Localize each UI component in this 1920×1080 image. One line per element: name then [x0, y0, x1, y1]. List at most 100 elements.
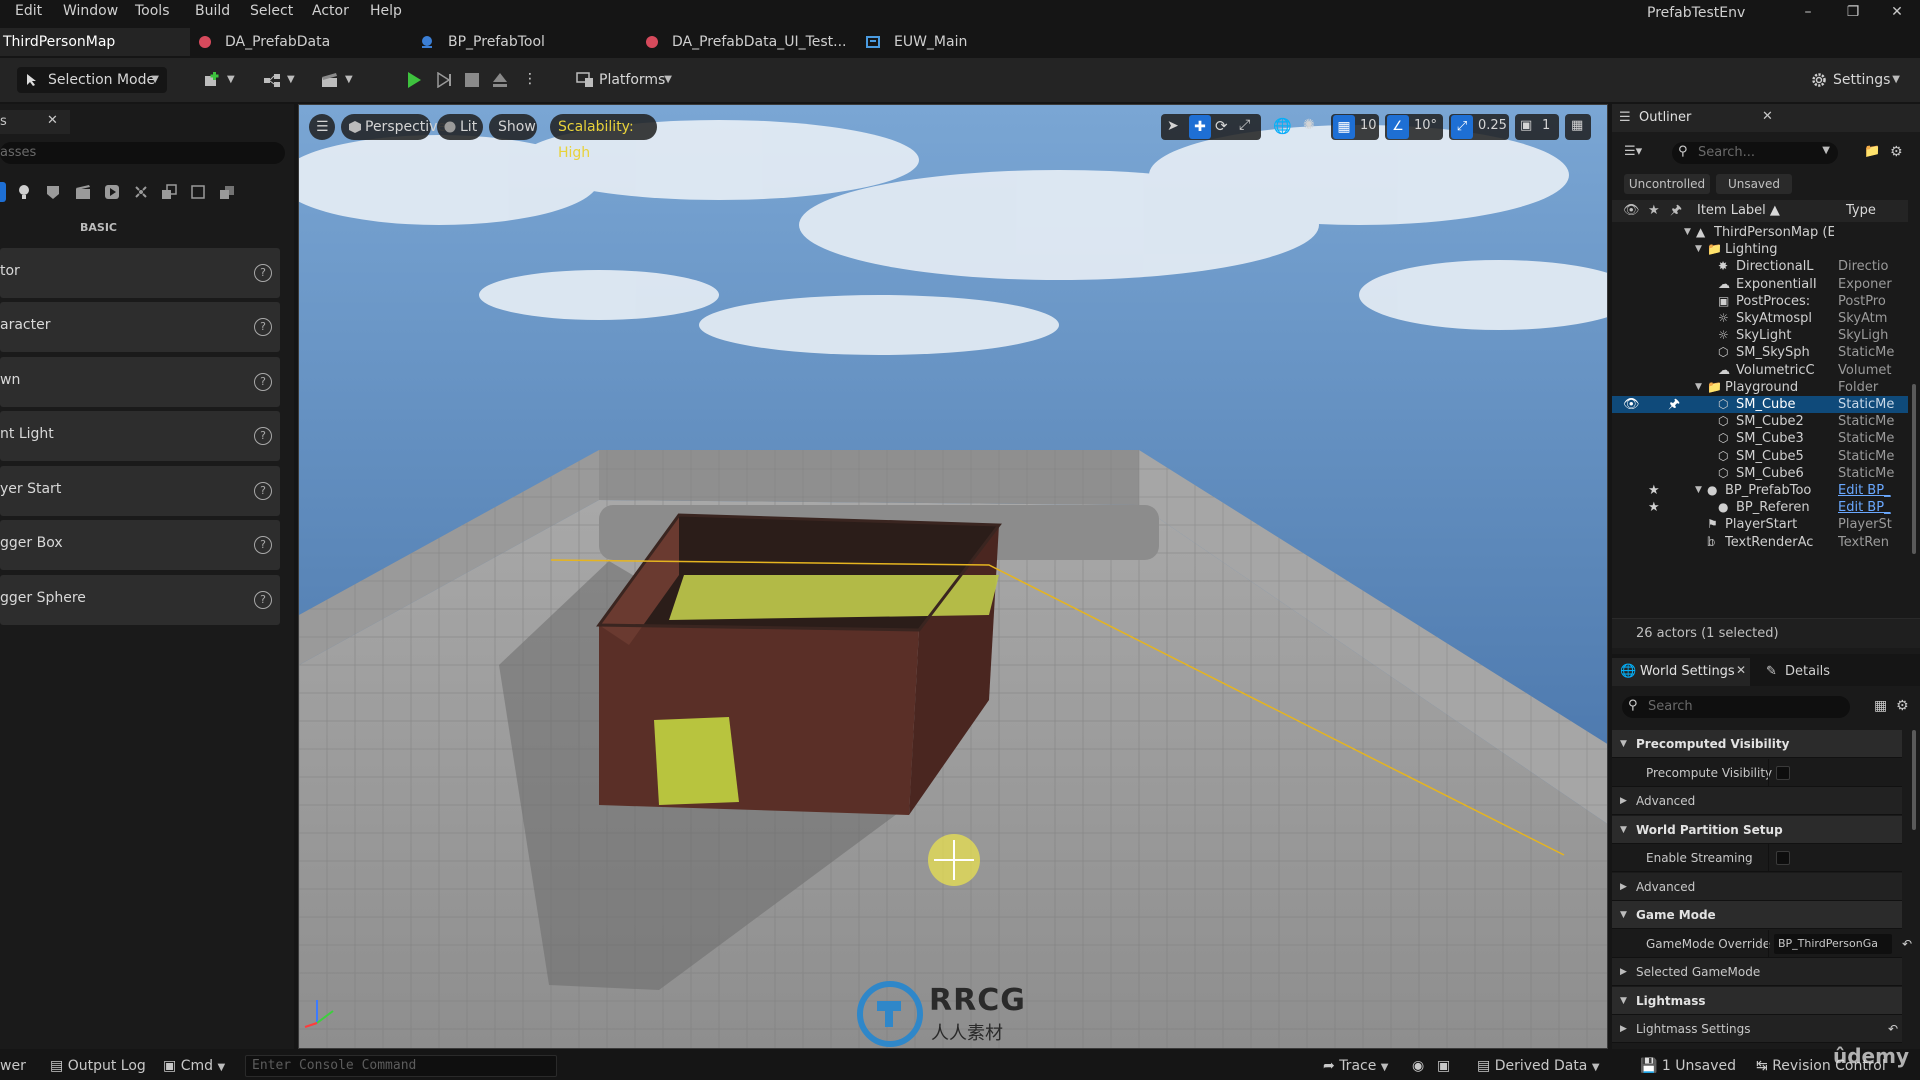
geometry-category-icon[interactable]	[133, 184, 149, 200]
tab-euw-main[interactable]: EUW_Main	[866, 28, 996, 56]
trace-dropdown[interactable]: ➦ Trace ▼	[1323, 1058, 1388, 1074]
outliner-row[interactable]: ▼ 📁 Playground Folder	[1612, 379, 1908, 396]
gamemode-override-select[interactable]: BP_ThirdPersonGa	[1774, 933, 1892, 954]
scale-tool-icon[interactable]: ⤢	[1239, 117, 1250, 133]
tab-da-prefabdata-ui-test[interactable]: DA_PrefabData_UI_Test...	[645, 28, 847, 56]
blueprints-button[interactable]: ▼	[260, 67, 300, 93]
details-property[interactable]: Enable Streaming	[1612, 844, 1902, 872]
table-view-icon[interactable]: ▦	[1874, 698, 1887, 714]
menu-help[interactable]: Help	[370, 3, 402, 19]
perspective-dropdown[interactable]: Perspective	[341, 114, 446, 140]
cmd-dropdown[interactable]: ▣ Cmd ▼	[163, 1058, 225, 1074]
reset-icon[interactable]: ↶	[1888, 1015, 1898, 1043]
help-icon[interactable]: ?	[254, 264, 272, 282]
settings-icon[interactable]: ⚙	[1896, 698, 1909, 714]
rotation-snap-toggle[interactable]: ∠ 10°	[1385, 114, 1443, 140]
filter-unsaved[interactable]: Unsaved	[1716, 174, 1792, 194]
outliner-scrollbar[interactable]	[1912, 384, 1916, 554]
details-scrollbar[interactable]	[1912, 730, 1916, 830]
help-icon[interactable]: ?	[254, 373, 272, 391]
details-category[interactable]: ▼ Lightmass	[1612, 986, 1902, 1015]
console-command-input[interactable]: Enter Console Command	[245, 1055, 557, 1077]
place-item-trigger-box[interactable]: gger Box ?	[0, 520, 280, 570]
show-dropdown[interactable]: Show	[489, 114, 537, 140]
recent-category-icon[interactable]	[219, 184, 235, 200]
outliner-row[interactable]: ✸ DirectionalL Directio	[1612, 258, 1908, 275]
close-icon[interactable]: ✕	[1762, 109, 1773, 124]
outliner-row[interactable]: ⬡ SM_Cube3 StaticMe	[1612, 430, 1908, 447]
filter-icon[interactable]: ☰▾	[1624, 144, 1642, 159]
search-input[interactable]: asses	[0, 142, 285, 164]
menu-edit[interactable]: Edit	[15, 3, 42, 19]
help-icon[interactable]: ?	[254, 482, 272, 500]
camera-capture-icon[interactable]: ▣	[1437, 1058, 1450, 1074]
advance-frame-button[interactable]	[432, 67, 456, 93]
details-category[interactable]: ▼ World Partition Setup	[1612, 815, 1902, 844]
expand-arrow-icon[interactable]: ▼	[1695, 482, 1702, 499]
reset-icon[interactable]: ↶	[1902, 930, 1912, 958]
outliner-row[interactable]: ▼ 📁 Lighting	[1612, 241, 1908, 258]
translate-tool-icon[interactable]: ✚	[1189, 115, 1211, 139]
place-item-pawn[interactable]: wn ?	[0, 357, 280, 407]
expand-arrow-icon[interactable]: ▶	[1620, 958, 1627, 986]
outliner-row[interactable]: 𝕓 TextRenderAc TextRen	[1612, 534, 1908, 551]
view-mode-dropdown[interactable]: Lit	[437, 114, 483, 140]
camera-speed-button[interactable]: ▣ 1	[1515, 114, 1559, 140]
tab-details[interactable]: ✎ Details	[1760, 658, 1850, 686]
selection-mode-dropdown[interactable]: Selection Mode ▼	[17, 67, 167, 93]
menu-actor[interactable]: Actor	[312, 3, 349, 19]
menu-tools[interactable]: Tools	[135, 3, 170, 19]
place-actors-tab[interactable]: s ✕	[0, 110, 70, 134]
level-viewport[interactable]: ☰ Perspective Lit Show Scalability: High…	[298, 104, 1608, 1049]
viewport-scene[interactable]	[299, 105, 1608, 1049]
menu-build[interactable]: Build	[195, 3, 230, 19]
outliner-row[interactable]: ⬡ SM_SkySph StaticMe	[1612, 344, 1908, 361]
close-icon[interactable]: ✕	[1736, 663, 1746, 677]
outliner-row[interactable]: ★ ● BP_Referen Edit BP_	[1612, 499, 1908, 516]
outliner-row[interactable]: ☁ VolumetricC Volumet	[1612, 362, 1908, 379]
help-icon[interactable]: ?	[254, 427, 272, 445]
details-subsection[interactable]: ▶ Advanced	[1612, 787, 1902, 815]
details-category[interactable]: ▼ Precomputed Visibility	[1612, 730, 1902, 758]
outliner-row[interactable]: ☼ SkyLight SkyLigh	[1612, 327, 1908, 344]
eject-button[interactable]	[488, 67, 512, 93]
favorite-column-icon[interactable]: ★	[1648, 200, 1660, 222]
collapse-arrow-icon[interactable]: ▼	[1620, 901, 1627, 929]
help-icon[interactable]: ?	[254, 536, 272, 554]
tab-da-prefabdata[interactable]: DA_PrefabData	[198, 28, 398, 56]
help-icon[interactable]: ?	[254, 318, 272, 336]
outliner-item-type[interactable]: Edit BP_	[1838, 499, 1908, 516]
expand-arrow-icon[interactable]: ▼	[1695, 379, 1702, 396]
stop-button[interactable]	[460, 67, 484, 93]
viewport-menu-button[interactable]: ☰	[309, 114, 335, 140]
pin-column-icon[interactable]: 🖈	[1670, 200, 1682, 222]
favorite-star-icon[interactable]: ★	[1648, 499, 1660, 516]
outliner-row[interactable]: ☁ ExponentialI Exponer	[1612, 276, 1908, 293]
outliner-row[interactable]: ★ ▼ ● BP_PrefabToo Edit BP_	[1612, 482, 1908, 499]
details-property[interactable]: Precompute Visibility	[1612, 758, 1902, 787]
details-category[interactable]: ▼ Game Mode	[1612, 901, 1902, 929]
menu-window[interactable]: Window	[63, 3, 118, 19]
tab-world-settings[interactable]: 🌐 World Settings ✕	[1612, 658, 1750, 686]
shapes-category-icon[interactable]	[45, 184, 61, 200]
lights-category-icon[interactable]	[16, 184, 32, 200]
layout-button[interactable]: ▦	[1565, 114, 1591, 140]
tab-bp-prefabtool[interactable]: BP_PrefabTool	[420, 28, 620, 56]
visibility-column-icon[interactable]: 👁	[1623, 200, 1640, 222]
tab-thirdpersonmap[interactable]: ThirdPersonMap	[0, 28, 190, 56]
surface-snap-icon[interactable]: ✺	[1303, 117, 1315, 133]
outliner-row[interactable]: ▣ PostProces: PostPro	[1612, 293, 1908, 310]
outliner-row[interactable]: ▼ ▲ ThirdPersonMap (Editor)	[1612, 224, 1908, 241]
platforms-dropdown[interactable]: Platforms ▼	[572, 67, 678, 93]
place-item-actor[interactable]: tor ?	[0, 248, 280, 298]
content-drawer-button[interactable]: wer	[0, 1058, 26, 1074]
cinematics-button[interactable]: ▼	[318, 67, 358, 93]
property-checkbox[interactable]	[1776, 851, 1790, 865]
scale-snap-toggle[interactable]: ⤢ 0.25	[1449, 114, 1509, 140]
expand-arrow-icon[interactable]: ▶	[1620, 1015, 1627, 1043]
rotate-tool-icon[interactable]: ⟳	[1215, 117, 1228, 135]
select-tool-icon[interactable]: ➤	[1167, 118, 1179, 134]
favorite-star-icon[interactable]: ★	[1648, 482, 1660, 499]
details-subsection[interactable]: ▶ Advanced	[1612, 872, 1902, 901]
selected-prefab-box[interactable]	[596, 513, 1002, 815]
